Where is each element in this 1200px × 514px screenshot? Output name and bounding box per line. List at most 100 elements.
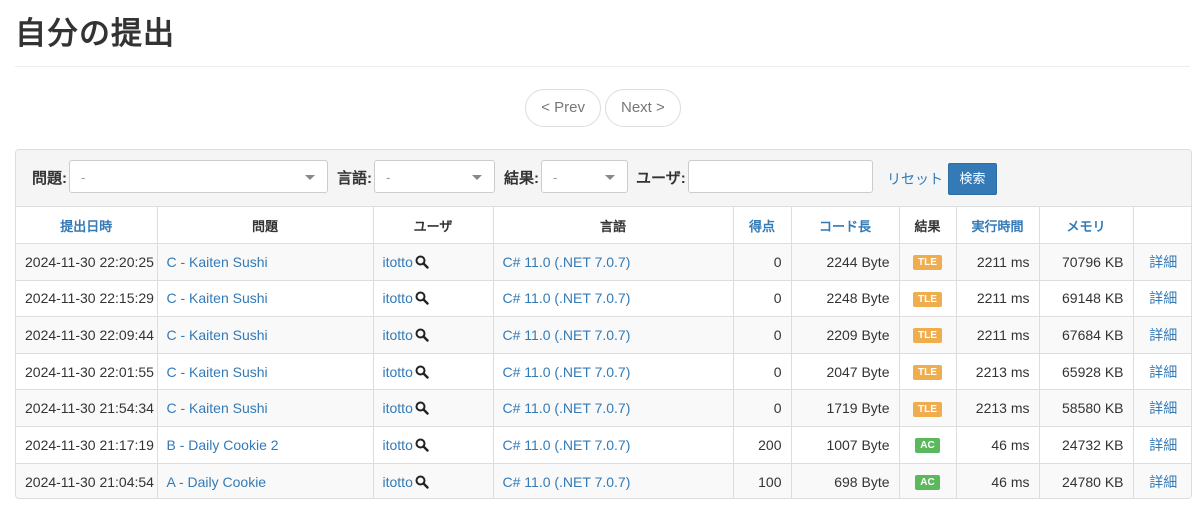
detail-link[interactable]: 詳細 — [1149, 400, 1177, 416]
header-memory[interactable]: メモリ — [1038, 207, 1133, 245]
detail-link[interactable]: 詳細 — [1149, 437, 1177, 453]
language-link[interactable]: C# 11.0 (.NET 7.0.7) — [503, 364, 631, 380]
detail-link[interactable]: 詳細 — [1149, 474, 1177, 490]
table-header-row: 提出日時 問題 ユーザ 言語 得点 コード長 結果 実行時間 メモリ — [16, 207, 1191, 245]
exec-time-cell: 2213 ms — [955, 353, 1039, 391]
language-link[interactable]: C# 11.0 (.NET 7.0.7) — [503, 327, 631, 343]
result-badge: TLE — [913, 255, 942, 271]
title-divider — [15, 66, 1190, 67]
header-date[interactable]: 提出日時 — [16, 207, 157, 245]
user-link[interactable]: itotto — [383, 254, 413, 270]
submissions-panel: 問題: - 言語: - 結果: - ユーザ: リセット 検索 提出日時 問題 ユ… — [15, 149, 1192, 499]
exec-time-cell: 2211 ms — [955, 243, 1039, 281]
memory-cell: 70796 KB — [1038, 243, 1133, 281]
header-problem: 問題 — [156, 207, 373, 245]
submissions-table: 提出日時 問題 ユーザ 言語 得点 コード長 結果 実行時間 メモリ 2024-… — [16, 207, 1191, 498]
memory-cell: 65928 KB — [1038, 353, 1133, 391]
exec-time-cell: 2211 ms — [955, 280, 1039, 318]
result-badge: AC — [915, 438, 940, 454]
reset-link[interactable]: リセット — [887, 169, 943, 189]
result-badge: AC — [915, 475, 940, 491]
submission-date: 2024-11-30 21:04:54 — [16, 463, 157, 498]
table-row: 2024-11-30 22:20:25 C - Kaiten Sushi itott… — [16, 243, 1191, 281]
exec-time-cell: 2211 ms — [955, 316, 1039, 354]
code-length-cell: 2244 Byte — [790, 243, 899, 281]
language-link[interactable]: C# 11.0 (.NET 7.0.7) — [503, 290, 631, 306]
header-user: ユーザ — [372, 207, 493, 245]
exec-time-cell: 2213 ms — [955, 389, 1039, 428]
result-badge: TLE — [913, 328, 942, 344]
code-length-cell: 1007 Byte — [790, 426, 899, 464]
user-link[interactable]: itotto — [383, 437, 413, 453]
language-filter-label: 言語: — [337, 170, 372, 187]
header-code-length[interactable]: コード長 — [790, 207, 899, 245]
magnifier-icon[interactable] — [415, 365, 429, 379]
score-cell: 0 — [732, 243, 791, 281]
magnifier-icon[interactable] — [415, 438, 429, 452]
language-link[interactable]: C# 11.0 (.NET 7.0.7) — [503, 437, 631, 453]
memory-cell: 58580 KB — [1038, 389, 1133, 428]
code-length-cell: 698 Byte — [790, 463, 899, 498]
result-select-value: - — [553, 170, 558, 185]
problem-link[interactable]: C - Kaiten Sushi — [167, 290, 268, 306]
magnifier-icon[interactable] — [415, 401, 429, 415]
next-page-button[interactable]: Next > — [605, 89, 681, 127]
code-length-cell: 2248 Byte — [790, 280, 899, 318]
problem-link[interactable]: A - Daily Cookie — [167, 474, 267, 490]
magnifier-icon[interactable] — [415, 328, 429, 342]
result-badge: TLE — [913, 401, 942, 417]
magnifier-icon[interactable] — [415, 475, 429, 489]
detail-link[interactable]: 詳細 — [1149, 290, 1177, 306]
user-link[interactable]: itotto — [383, 327, 413, 343]
user-link[interactable]: itotto — [383, 474, 413, 490]
submission-date: 2024-11-30 22:01:55 — [16, 353, 157, 391]
user-link[interactable]: itotto — [383, 400, 413, 416]
table-row: 2024-11-30 22:15:29 C - Kaiten Sushi itott… — [16, 280, 1191, 318]
caret-down-icon — [605, 175, 615, 180]
language-link[interactable]: C# 11.0 (.NET 7.0.7) — [503, 474, 631, 490]
memory-cell: 69148 KB — [1038, 280, 1133, 318]
detail-link[interactable]: 詳細 — [1149, 254, 1177, 270]
search-button[interactable]: 検索 — [948, 163, 997, 195]
problem-link[interactable]: C - Kaiten Sushi — [167, 400, 268, 416]
table-row: 2024-11-30 22:01:55 C - Kaiten Sushi itott… — [16, 353, 1191, 391]
table-row: 2024-11-30 22:09:44 C - Kaiten Sushi itott… — [16, 316, 1191, 354]
header-score[interactable]: 得点 — [732, 207, 791, 245]
magnifier-icon[interactable] — [415, 255, 429, 269]
submission-date: 2024-11-30 22:15:29 — [16, 280, 157, 318]
caret-down-icon — [472, 175, 482, 180]
problem-filter-label: 問題: — [32, 170, 67, 187]
problem-link[interactable]: C - Kaiten Sushi — [167, 254, 268, 270]
result-select[interactable]: - — [541, 160, 628, 193]
detail-link[interactable]: 詳細 — [1149, 364, 1177, 380]
table-row: 2024-11-30 21:04:54 A - Daily Cookie itott… — [16, 463, 1191, 498]
submission-date: 2024-11-30 22:09:44 — [16, 316, 157, 354]
detail-link[interactable]: 詳細 — [1149, 327, 1177, 343]
user-link[interactable]: itotto — [383, 364, 413, 380]
code-length-cell: 2209 Byte — [790, 316, 899, 354]
score-cell: 200 — [732, 426, 791, 464]
prev-page-button[interactable]: < Prev — [525, 89, 601, 127]
pager: < Prev Next > — [0, 89, 1200, 127]
table-row: 2024-11-30 21:54:34 C - Kaiten Sushi itott… — [16, 389, 1191, 428]
submission-date: 2024-11-30 22:20:25 — [16, 243, 157, 281]
language-select[interactable]: - — [374, 160, 495, 193]
problem-link[interactable]: B - Daily Cookie 2 — [167, 437, 279, 453]
language-link[interactable]: C# 11.0 (.NET 7.0.7) — [503, 254, 631, 270]
user-link[interactable]: itotto — [383, 290, 413, 306]
submission-date: 2024-11-30 21:17:19 — [16, 426, 157, 464]
header-time[interactable]: 実行時間 — [955, 207, 1039, 245]
memory-cell: 67684 KB — [1038, 316, 1133, 354]
score-cell: 0 — [732, 280, 791, 318]
memory-cell: 24780 KB — [1038, 463, 1133, 498]
user-input[interactable] — [688, 160, 873, 193]
submission-date: 2024-11-30 21:54:34 — [16, 389, 157, 428]
header-language: 言語 — [492, 207, 733, 245]
problem-link[interactable]: C - Kaiten Sushi — [167, 364, 268, 380]
magnifier-icon[interactable] — [415, 291, 429, 306]
problem-link[interactable]: C - Kaiten Sushi — [167, 327, 268, 343]
exec-time-cell: 46 ms — [955, 463, 1039, 498]
header-result: 結果 — [898, 207, 956, 245]
language-link[interactable]: C# 11.0 (.NET 7.0.7) — [503, 400, 631, 416]
problem-select[interactable]: - — [69, 160, 328, 193]
